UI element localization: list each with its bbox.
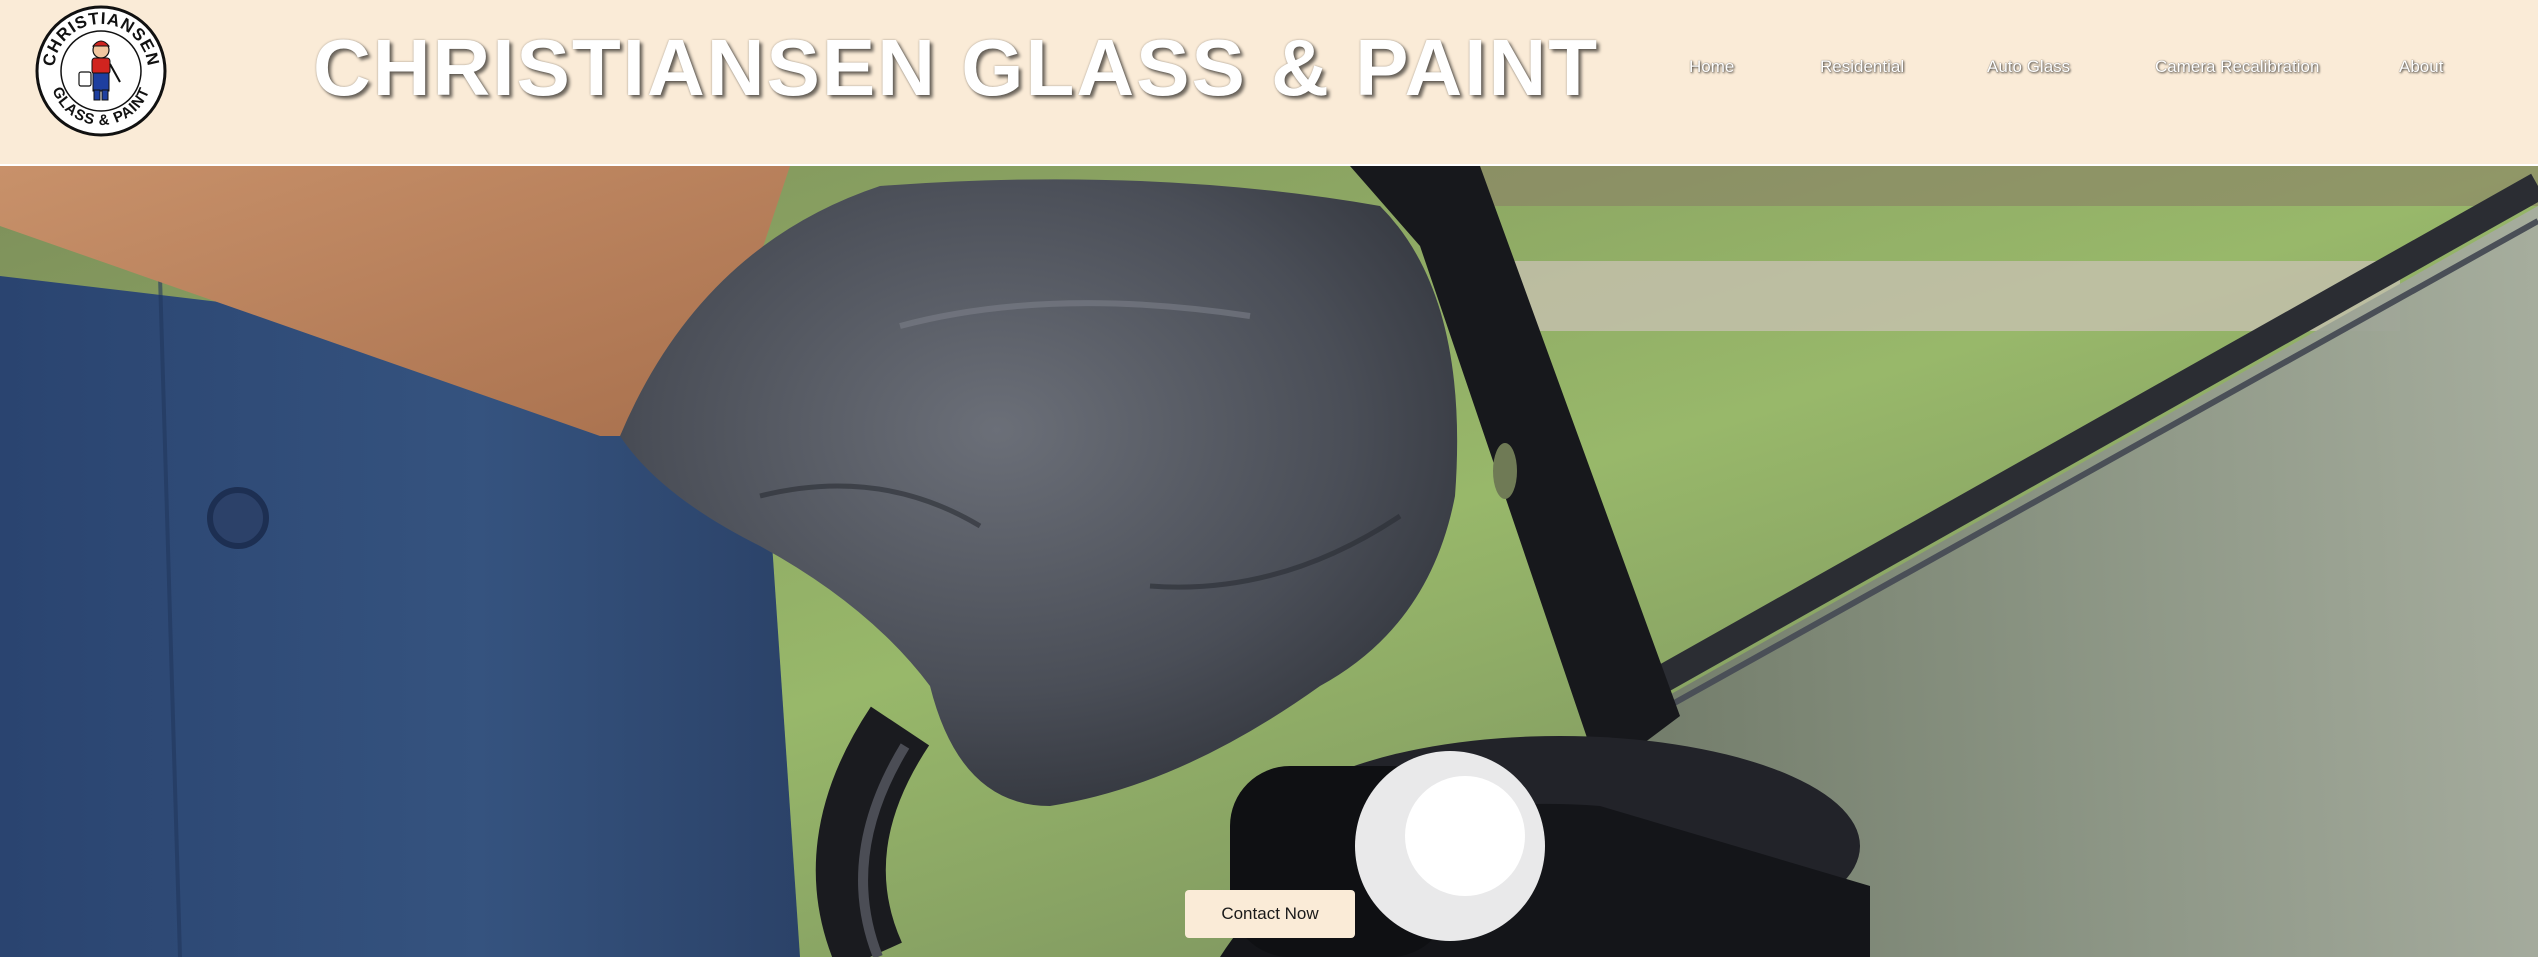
hero-banner — [0, 166, 2538, 957]
nav-link-residential[interactable]: Residential — [1820, 56, 1904, 78]
site-title: CHRISTIANSEN GLASS & PAINT — [313, 23, 1600, 112]
nav-link-home[interactable]: Home — [1689, 56, 1734, 78]
hero-image — [0, 166, 2538, 957]
company-logo[interactable]: CHRISTIANSEN GLASS & PAINT — [34, 4, 168, 138]
nav-link-camera-recalibration[interactable]: Camera Recalibration — [2155, 56, 2319, 78]
contact-now-button[interactable]: Contact Now — [1185, 890, 1355, 938]
nav-link-about[interactable]: About — [2399, 56, 2443, 78]
nav-link-auto-glass[interactable]: Auto Glass — [1987, 56, 2070, 78]
logo-badge-icon: CHRISTIANSEN GLASS & PAINT — [35, 5, 167, 137]
site-header: CHRISTIANSEN GLASS & PAINT CHRISTIANSEN … — [0, 0, 2538, 164]
